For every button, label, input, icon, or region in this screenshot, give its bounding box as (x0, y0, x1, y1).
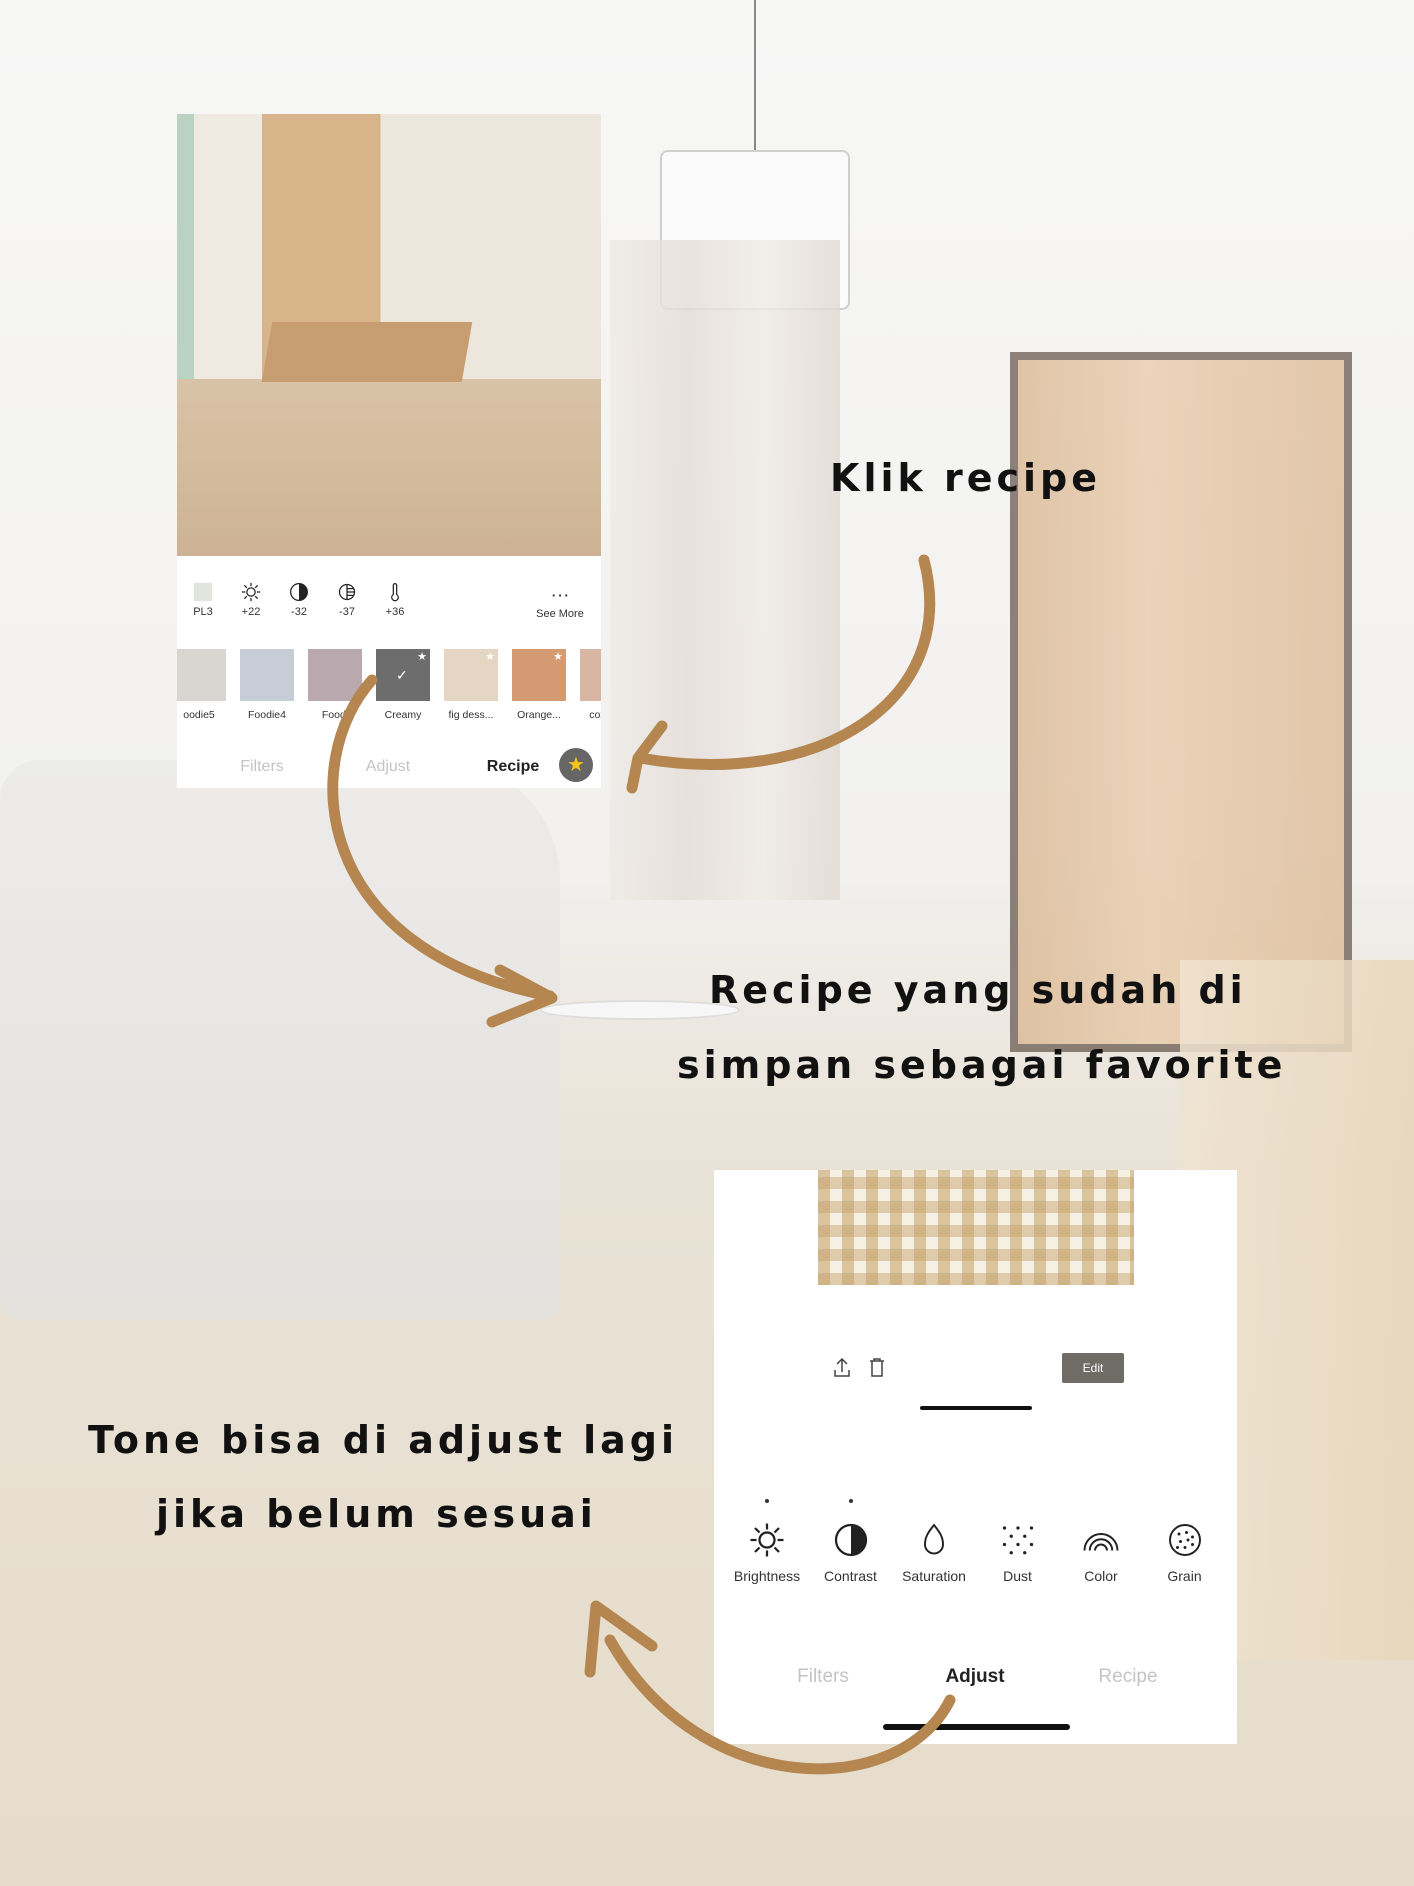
annotation-arrows (327, 554, 956, 1775)
arrow-to-adjust-text (584, 1600, 956, 1775)
arrow-to-favorite-text (327, 674, 558, 1028)
arrow-to-recipe-tab (626, 554, 935, 794)
